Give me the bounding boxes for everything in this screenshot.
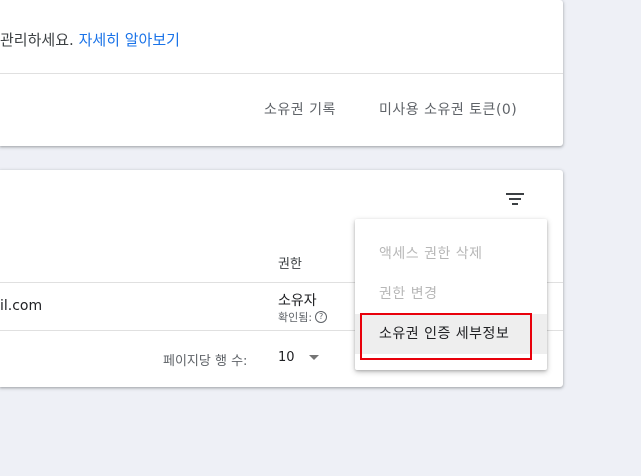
unused-tokens-link[interactable]: 미사용 소유권 토큰(0) <box>379 99 517 119</box>
verified-label: 확인됨: <box>278 311 313 324</box>
learn-more-link[interactable]: 자세히 알아보기 <box>79 31 180 49</box>
top-card: 관리하세요. 자세히 알아보기 소유권 기록 미사용 소유권 토큰(0) <box>0 0 563 146</box>
menu-item-change-permission[interactable]: 권한 변경 <box>355 274 547 314</box>
divider <box>0 73 563 74</box>
caret-down-icon <box>308 355 319 360</box>
rows-per-page-select[interactable]: 10 <box>278 350 319 365</box>
rows-per-page-value: 10 <box>278 350 295 365</box>
filter-icon <box>506 193 524 205</box>
rows-per-page-label: 페이지당 행 수: <box>163 354 248 369</box>
description-prefix: 관리하세요. <box>0 31 74 49</box>
description-text: 관리하세요. 자세히 알아보기 <box>0 29 180 50</box>
user-permission: 소유자 <box>278 293 317 309</box>
menu-item-ownership-verification-details[interactable]: 소유권 인증 세부정보 <box>355 314 547 354</box>
row-actions-menu: 액세스 권한 삭제 권한 변경 소유권 인증 세부정보 <box>355 219 547 370</box>
ownership-history-link[interactable]: 소유권 기록 <box>264 99 336 119</box>
column-header-permission: 권한 <box>278 257 302 272</box>
menu-item-remove-access[interactable]: 액세스 권한 삭제 <box>355 234 547 274</box>
verification-status: 확인됨: ? <box>278 309 328 325</box>
help-icon[interactable]: ? <box>315 311 328 323</box>
filter-button[interactable] <box>501 188 529 212</box>
user-email: il.com <box>0 298 43 314</box>
